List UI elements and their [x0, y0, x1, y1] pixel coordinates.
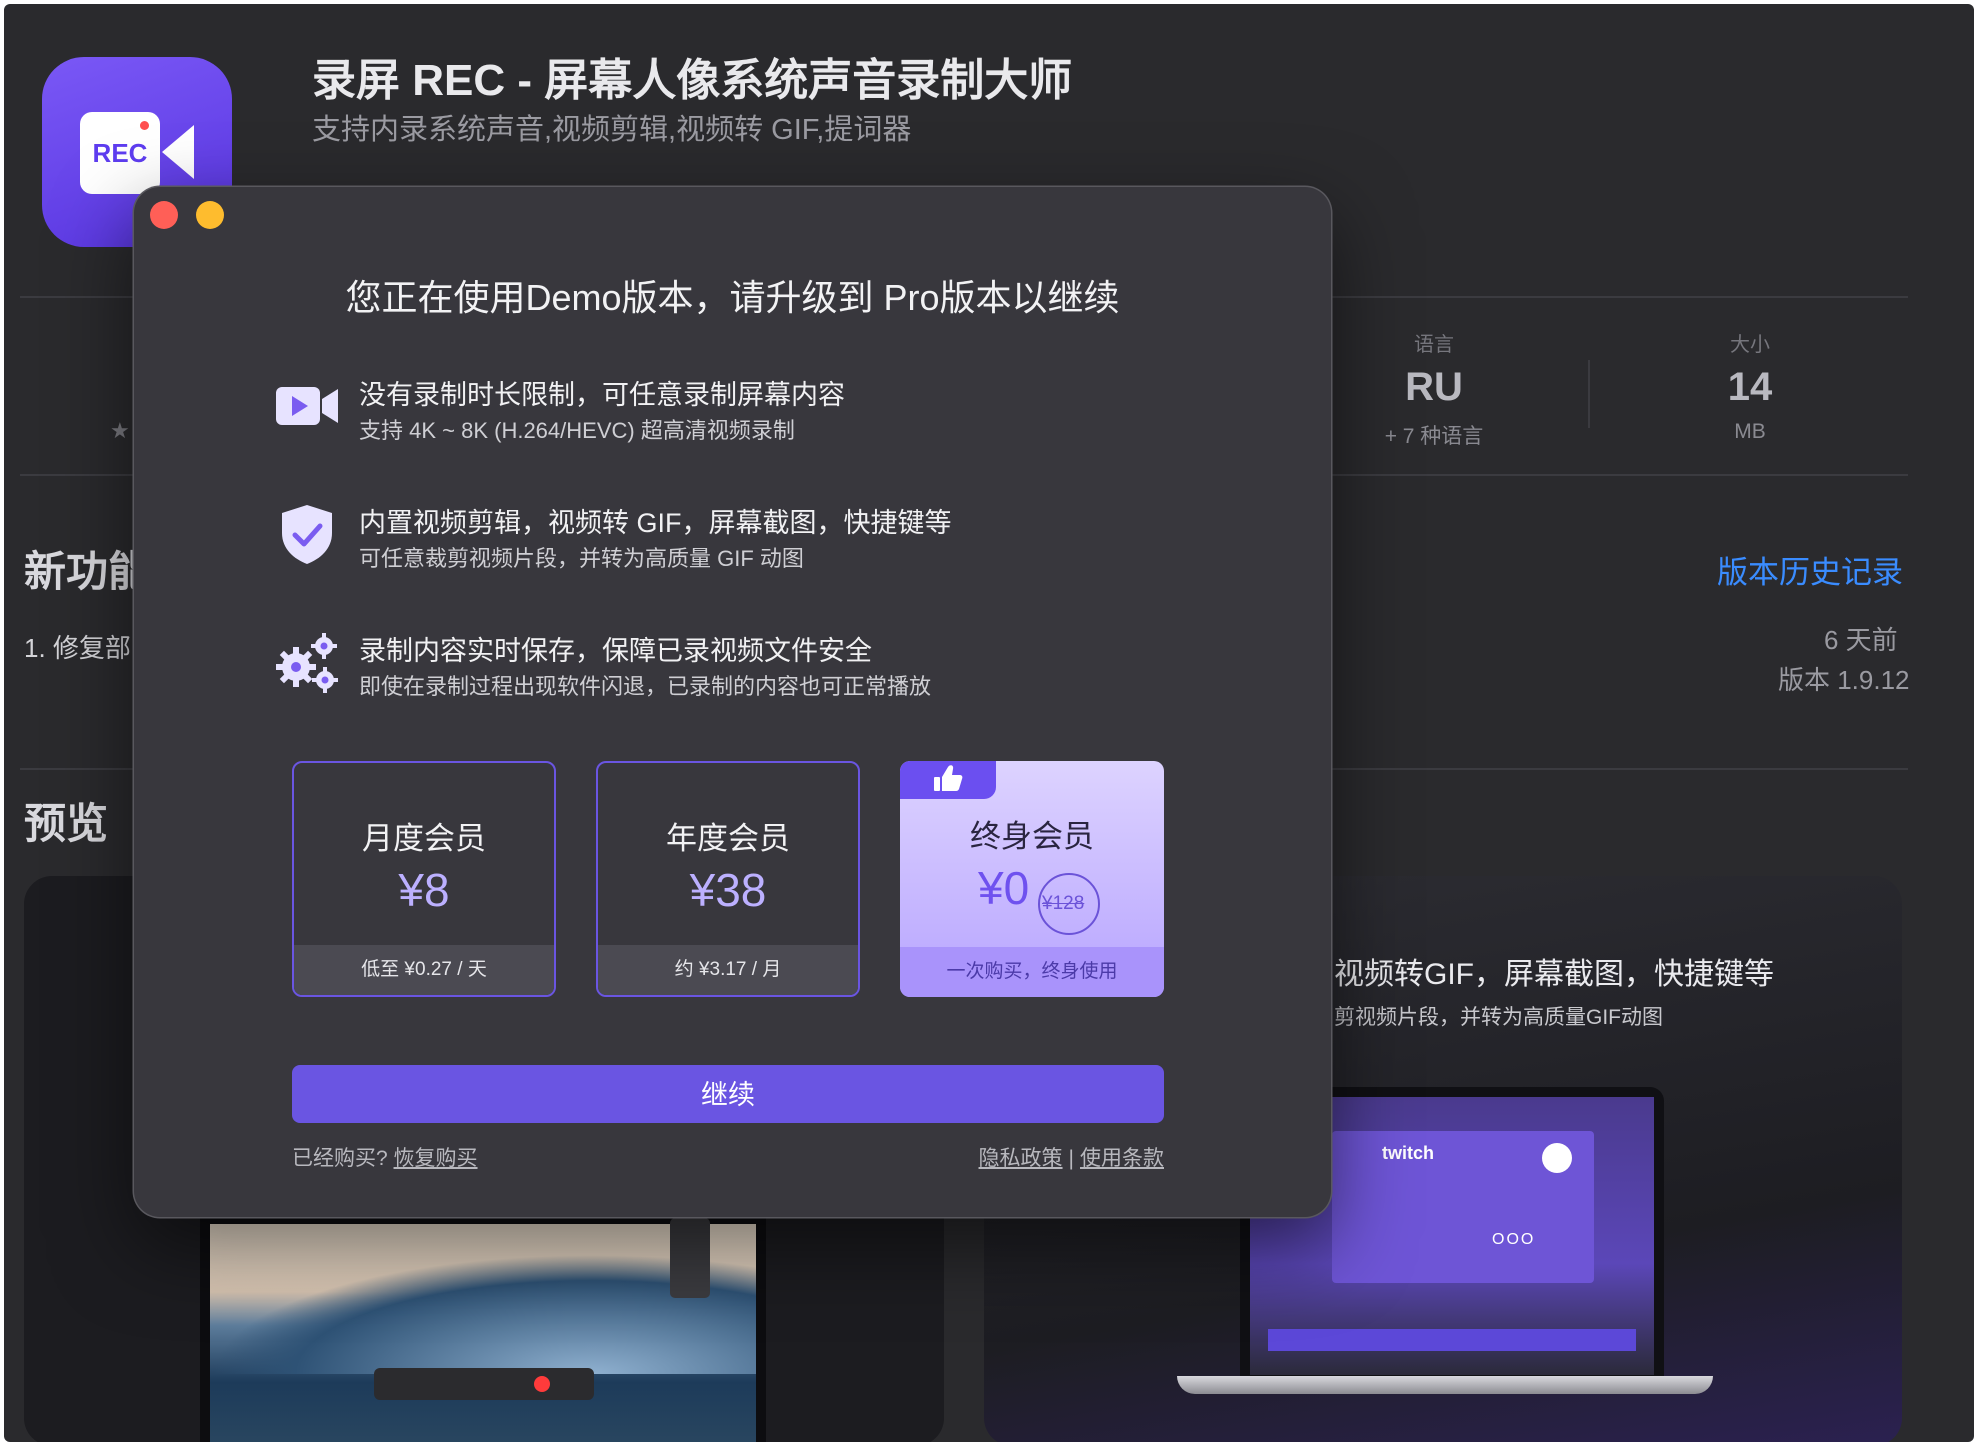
gears-icon	[274, 629, 340, 695]
legal-links: 隐私政策 | 使用条款	[979, 1142, 1164, 1172]
plan-price: ¥38	[689, 864, 767, 916]
app-icon-label: REC	[92, 138, 148, 168]
app-title: 录屏 REC - 屏幕人像系统声音录制大师	[312, 56, 1073, 105]
feature-item: 没有录制时长限制，可任意录制屏幕内容 支持 4K ~ 8K (H.264/HEV…	[274, 373, 1174, 443]
feature-description: 支持 4K ~ 8K (H.264/HEVC) 超高清视频录制	[359, 418, 795, 443]
rec-camera-icon: REC	[80, 112, 160, 194]
laptop-base	[1177, 1376, 1713, 1394]
feature-description: 即使在录制过程出现软件闪退，已录制的内容也可正常播放	[359, 674, 932, 699]
plan-note: 低至 ¥0.27 / 天	[294, 945, 554, 995]
original-price: ¥128	[1042, 893, 1085, 914]
feature-title: 内置视频剪辑，视频转 GIF，屏幕截图，快捷键等	[359, 508, 952, 538]
plan-name: 终身会员	[970, 819, 1094, 854]
plan-note: 约 ¥3.17 / 月	[598, 945, 858, 995]
restore-purchase-link[interactable]: 恢复购买	[394, 1147, 478, 1170]
plan-card-lifetime[interactable]: 终身会员 ¥0 ¥128 一次购买，终身使用	[900, 761, 1164, 997]
plan-card-yearly[interactable]: 年度会员 ¥38 约 ¥3.17 / 月	[596, 761, 860, 997]
version-number: 版本 1.9.12	[1778, 665, 1910, 695]
moon-shape	[1542, 1143, 1572, 1173]
feature-item: 内置视频剪辑，视频转 GIF，屏幕截图，快捷键等 可任意裁剪视频片段，并转为高质…	[274, 501, 1174, 571]
upgrade-heading: 您正在使用Demo版本，请升级到 Pro版本以继续	[345, 277, 1120, 318]
language-count: + 7 种语言	[1384, 425, 1484, 448]
whats-new-title: 新功能	[24, 548, 151, 595]
plan-price: ¥0	[978, 862, 1030, 914]
feature-item: 录制内容实时保存，保障已录视频文件安全 即使在录制过程出现软件闪退，已录制的内容…	[274, 629, 1174, 699]
thumbs-up-icon	[900, 761, 996, 799]
feature-description: 可任意裁剪视频片段，并转为高质量 GIF 动图	[359, 546, 804, 571]
release-ago: 6 天前	[1824, 625, 1898, 655]
preview-caption: 视频转GIF，屏幕截图，快捷键等	[1334, 958, 1774, 991]
timeline-track	[1268, 1329, 1636, 1351]
preview-title: 预览	[24, 800, 109, 847]
camera-lens-shape	[162, 125, 194, 179]
plan-name: 月度会员	[362, 821, 486, 856]
minimize-window-button[interactable]	[196, 201, 224, 229]
twitch-logo: twitch	[1382, 1143, 1434, 1163]
feature-title: 录制内容实时保存，保障已录视频文件安全	[359, 636, 872, 666]
size-stat: 大小 14 MB	[1640, 328, 1860, 444]
record-dot-icon	[534, 1376, 550, 1392]
terms-of-use-link[interactable]: 使用条款	[1080, 1147, 1164, 1170]
size-unit: MB	[1734, 420, 1766, 443]
upgrade-dialog: 您正在使用Demo版本，请升级到 Pro版本以继续 没有录制时长限制，可任意录制…	[134, 187, 1331, 1217]
recorder-toolbar	[374, 1368, 594, 1400]
playback-dots: OOO	[1492, 1231, 1536, 1248]
close-window-button[interactable]	[150, 201, 178, 229]
privacy-policy-link[interactable]: 隐私政策	[979, 1147, 1063, 1170]
video-camera-icon	[274, 373, 340, 439]
plan-price: ¥8	[398, 864, 450, 916]
link-separator: |	[1068, 1147, 1074, 1170]
app-subtitle: 支持内录系统声音,视频剪辑,视频转 GIF,提词器	[312, 114, 912, 146]
already-bought-text: 已经购买?	[292, 1147, 388, 1170]
shield-check-icon	[274, 501, 340, 567]
size-label: 大小	[1730, 334, 1770, 356]
plan-note: 一次购买，终身使用	[900, 947, 1164, 997]
preview-subcaption: 剪视频片段，并转为高质量GIF动图	[1334, 1006, 1663, 1029]
language-value: RU	[1405, 365, 1463, 409]
restore-purchase-row: 已经购买? 恢复购买	[292, 1142, 478, 1172]
language-label: 语言	[1414, 334, 1454, 356]
whats-new-item: 1. 修复部	[24, 633, 131, 663]
video-preview-area: twitch OOO	[1332, 1131, 1594, 1283]
plan-card-monthly[interactable]: 月度会员 ¥8 低至 ¥0.27 / 天	[292, 761, 556, 997]
stat-divider	[1588, 360, 1590, 428]
rating-star-icon: ★	[110, 418, 130, 443]
recorder-side-panel	[670, 1218, 710, 1298]
language-stat: 语言 RU + 7 种语言	[1324, 328, 1544, 450]
rec-dot	[140, 121, 149, 130]
continue-button[interactable]: 继续	[292, 1065, 1164, 1123]
plan-name: 年度会员	[666, 821, 790, 856]
app-store-window: REC 录屏 REC - 屏幕人像系统声音录制大师 支持内录系统声音,视频剪辑,…	[4, 4, 1974, 1442]
feature-title: 没有录制时长限制，可任意录制屏幕内容	[359, 380, 845, 410]
version-history-link[interactable]: 版本历史记录	[1717, 547, 1903, 592]
size-value: 14	[1727, 365, 1773, 409]
